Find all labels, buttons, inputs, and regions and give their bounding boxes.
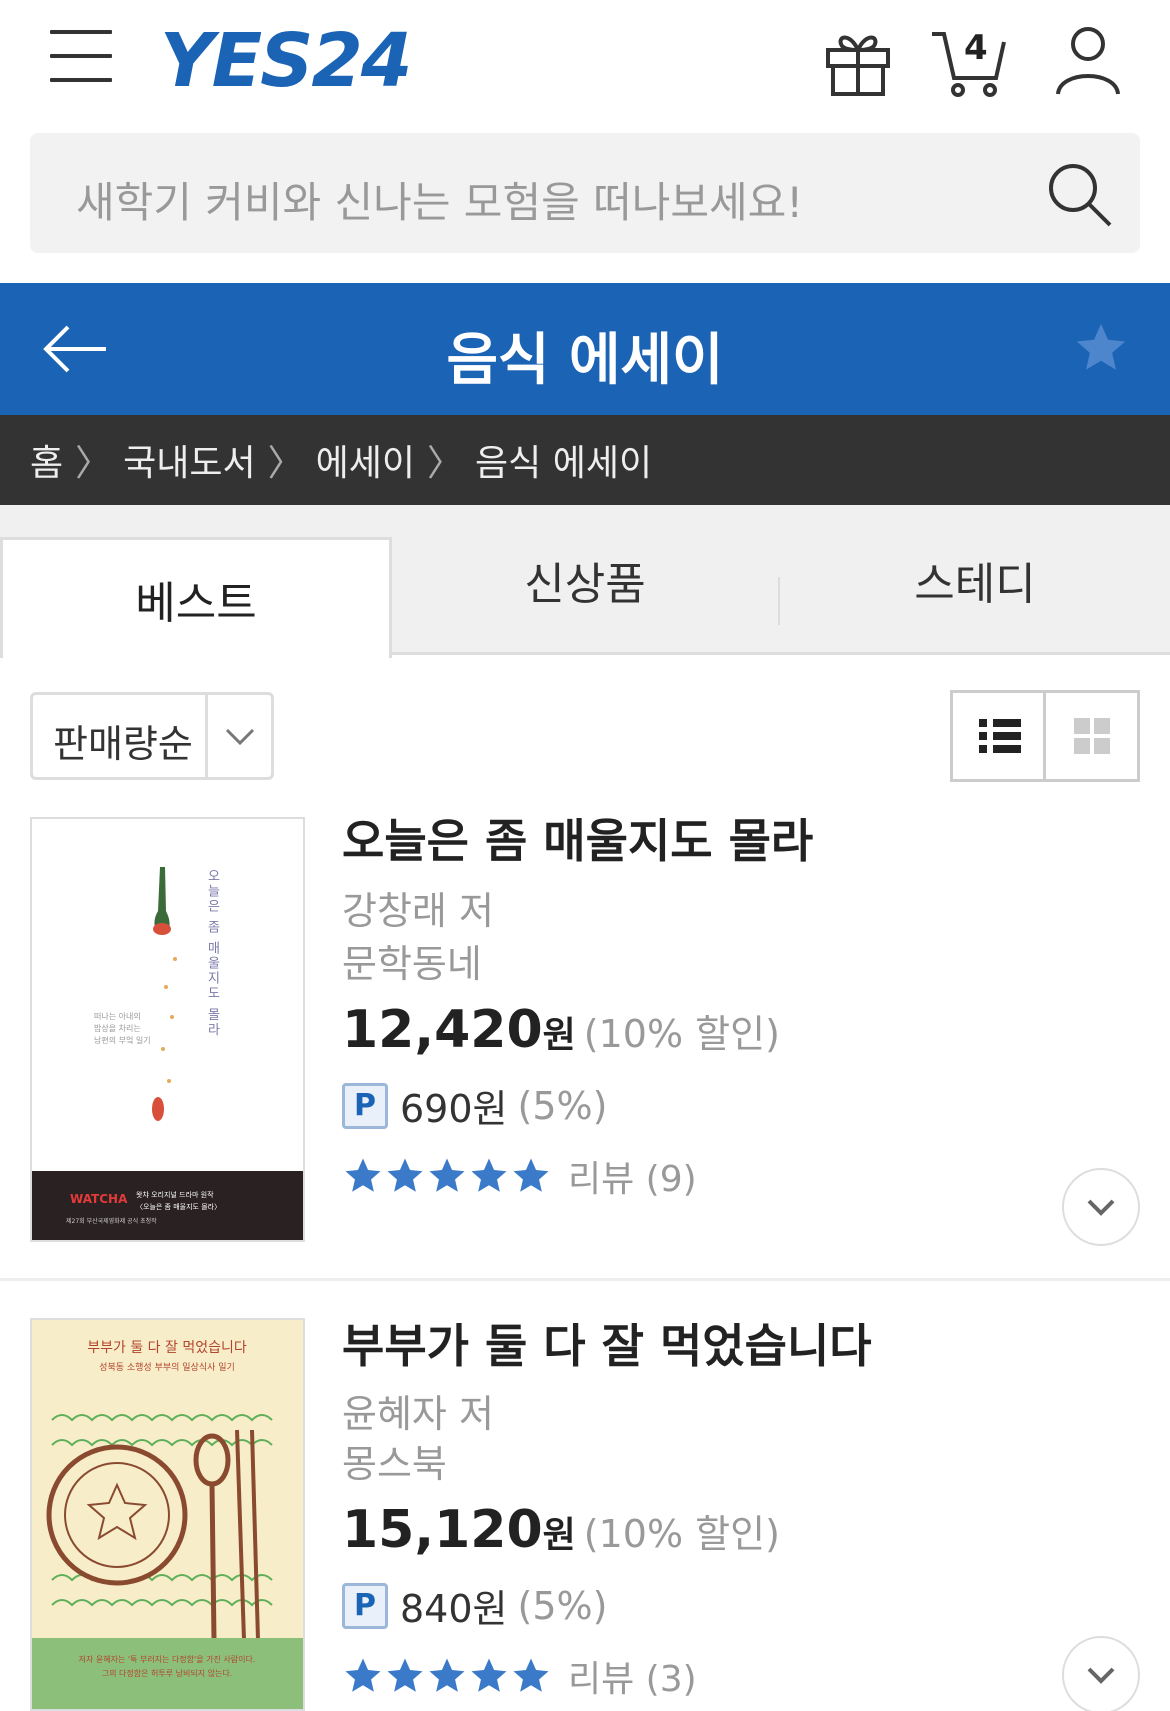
- product-price: 12,420원 (10% 할인): [342, 1000, 780, 1060]
- review-count[interactable]: 리뷰 (9): [568, 1150, 697, 1202]
- sort-select[interactable]: 판매량순: [30, 692, 274, 780]
- search-icon[interactable]: [1046, 161, 1114, 229]
- svg-text:제27회 부산국제영화제 공식 초청작: 제27회 부산국제영화제 공식 초청작: [66, 1217, 157, 1225]
- point-value: 690원: [400, 1087, 508, 1131]
- star-icon: [387, 1158, 423, 1192]
- price-unit: 원: [542, 1015, 576, 1056]
- breadcrumb-home[interactable]: 홈: [30, 434, 63, 486]
- chevron-right-icon: 〉: [267, 443, 304, 484]
- point-badge-icon: P: [342, 1082, 388, 1129]
- product-rating: 리뷰 (3): [342, 1650, 697, 1702]
- point-rate: (5%): [517, 1083, 608, 1128]
- svg-text:밥상을 차리는: 밥상을 차리는: [94, 1023, 141, 1033]
- product-publisher[interactable]: 몽스북: [342, 1433, 447, 1488]
- tab-bar: 베스트 신상품 스테디: [0, 505, 1170, 658]
- category-title-bar: 음식 에세이: [0, 283, 1170, 415]
- svg-text:〈오늘은 좀 매울지도 몰라〉: 〈오늘은 좀 매울지도 몰라〉: [136, 1202, 221, 1211]
- cover-banner-text: WATCHA: [70, 1192, 128, 1206]
- chevron-right-icon: 〉: [427, 443, 464, 484]
- expand-button[interactable]: [1062, 1636, 1140, 1711]
- point-rate: (5%): [517, 1583, 608, 1628]
- yes24-logo[interactable]: YES24: [160, 18, 412, 104]
- svg-text:성북동 소행성 부부의 일상식사 일기: 성북동 소행성 부부의 일상식사 일기: [99, 1361, 235, 1373]
- tab-steady[interactable]: 스테디: [780, 505, 1170, 655]
- star-icon: [513, 1158, 549, 1192]
- breadcrumb-food-essay[interactable]: 음식 에세이: [475, 434, 652, 486]
- price-value: 15,120: [342, 1500, 543, 1560]
- star-icon: [345, 1658, 381, 1692]
- book-cover-image[interactable]: 오늘은 좀 매울지도 몰라 떠나는 아내의 밥상을 차리는 남편의 부엌 일기 …: [30, 817, 305, 1242]
- rating-stars: [342, 1155, 552, 1197]
- chevron-down-icon: [1087, 1667, 1115, 1684]
- chevron-down-icon: [223, 719, 257, 753]
- product-rating: 리뷰 (9): [342, 1150, 697, 1202]
- hamburger-menu-icon[interactable]: [50, 30, 112, 82]
- star-icon: [471, 1658, 507, 1692]
- cart-icon[interactable]: 4: [930, 22, 1006, 98]
- cart-count-badge: 4: [964, 28, 988, 68]
- list-view-icon[interactable]: [953, 693, 1046, 779]
- user-profile-icon[interactable]: [1050, 22, 1126, 98]
- grid-view-icon[interactable]: [1047, 693, 1137, 779]
- point-value: 840원: [400, 1587, 508, 1631]
- star-icon: [387, 1658, 423, 1692]
- star-icon: [429, 1658, 465, 1692]
- svg-text:그의 다정함은 허투루 낭비되지 않는다.: 그의 다정함은 허투루 낭비되지 않는다.: [102, 1668, 232, 1678]
- star-icon: [471, 1158, 507, 1192]
- rating-stars: [342, 1655, 552, 1697]
- price-unit: 원: [542, 1515, 576, 1556]
- sort-divider: [205, 695, 208, 777]
- svg-text:떠나는 아내의: 떠나는 아내의: [94, 1011, 141, 1021]
- discount-rate: (10% 할인): [583, 1012, 780, 1056]
- star-icon: [513, 1658, 549, 1692]
- book-cover-image[interactable]: 부부가 둘 다 잘 먹었습니다 성북동 소행성 부부의 일상식사 일기 저자 윤…: [30, 1318, 305, 1711]
- svg-text:남편의 부엌 일기: 남편의 부엌 일기: [94, 1035, 151, 1045]
- page-title: 음식 에세이: [446, 328, 724, 393]
- search-input[interactable]: 새학기 커비와 신나는 모험을 떠나보세요!: [30, 133, 1140, 253]
- product-points: P 690원 (5%): [342, 1078, 607, 1133]
- price-value: 12,420: [342, 1000, 543, 1060]
- breadcrumb-essay[interactable]: 에세이: [316, 434, 415, 486]
- product-author[interactable]: 강창래 저: [342, 880, 494, 935]
- chevron-down-icon: [1087, 1199, 1115, 1216]
- tab-best[interactable]: 베스트: [0, 537, 392, 658]
- svg-text:오늘은 좀 매울지도 몰라: 오늘은 좀 매울지도 몰라: [205, 869, 220, 1037]
- search-placeholder: 새학기 커비와 신나는 모험을 떠나보세요!: [76, 178, 804, 227]
- cover-title-text: 부부가 둘 다 잘 먹었습니다: [87, 1340, 247, 1356]
- product-price: 15,120원 (10% 할인): [342, 1500, 780, 1560]
- svg-text:저자 윤혜자는 '툭 부러지는 다정함'을 가진 사람이다.: 저자 윤혜자는 '툭 부러지는 다정함'을 가진 사람이다.: [79, 1654, 256, 1664]
- product-title[interactable]: 오늘은 좀 매울지도 몰라: [342, 805, 813, 871]
- product-points: P 840원 (5%): [342, 1578, 607, 1633]
- sort-selected-label: 판매량순: [53, 722, 193, 766]
- chevron-right-icon: 〉: [75, 443, 112, 484]
- favorite-star-icon[interactable]: [1072, 319, 1130, 377]
- tab-new[interactable]: 신상품: [392, 505, 778, 655]
- review-count[interactable]: 리뷰 (3): [568, 1650, 697, 1702]
- list-divider: [0, 1278, 1170, 1281]
- svg-text:왓챠 오리지널 드라마 원작: 왓챠 오리지널 드라마 원작: [136, 1190, 214, 1199]
- gift-icon[interactable]: [820, 22, 896, 98]
- point-badge-icon: P: [342, 1582, 388, 1629]
- breadcrumb-domestic-books[interactable]: 국내도서: [123, 434, 255, 486]
- breadcrumb: 홈 〉 국내도서 〉 에세이 〉 음식 에세이: [0, 415, 1170, 505]
- star-icon: [429, 1158, 465, 1192]
- app-header: YES24 4: [0, 0, 1170, 120]
- product-publisher[interactable]: 문학동네: [342, 933, 482, 988]
- expand-button[interactable]: [1062, 1168, 1140, 1246]
- product-title[interactable]: 부부가 둘 다 잘 먹었습니다: [342, 1310, 872, 1376]
- star-icon: [345, 1158, 381, 1192]
- discount-rate: (10% 할인): [583, 1512, 780, 1556]
- product-author[interactable]: 윤혜자 저: [342, 1383, 494, 1438]
- view-mode-toggle: [950, 690, 1140, 782]
